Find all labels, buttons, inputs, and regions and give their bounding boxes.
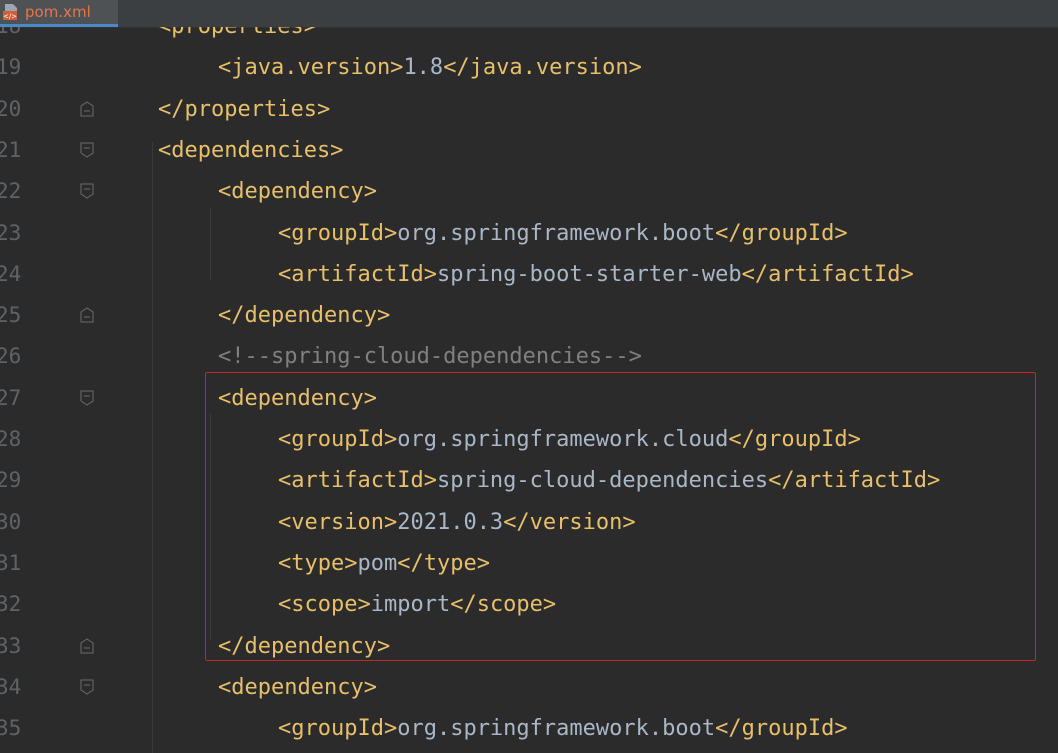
xml-tag: </artifactId> bbox=[741, 262, 914, 287]
line-number: 33 bbox=[0, 634, 22, 658]
line-number: 29 bbox=[0, 468, 22, 492]
xml-tag: </dependency> bbox=[218, 303, 391, 328]
xml-tag: <java.version> bbox=[218, 55, 404, 80]
xml-tag: </artifactId> bbox=[768, 468, 941, 493]
fold-start-icon[interactable] bbox=[79, 679, 95, 695]
line-number: 26 bbox=[0, 344, 22, 368]
xml-text: pom bbox=[357, 551, 398, 576]
xml-tag: <dependency> bbox=[218, 179, 377, 204]
xml-tag: </groupId> bbox=[728, 427, 861, 452]
xml-text: org.springframework.boot bbox=[397, 221, 716, 246]
xml-tag: <version> bbox=[278, 510, 398, 535]
xml-file-icon: </> bbox=[3, 4, 17, 21]
line-number: 28 bbox=[0, 427, 22, 451]
xml-text: spring-boot-starter-web bbox=[436, 262, 742, 287]
xml-text: spring-cloud-dependencies bbox=[436, 468, 769, 493]
code-line[interactable]: <type>pom</type> bbox=[278, 543, 490, 584]
line-number: 21 bbox=[0, 138, 22, 162]
indent-guide bbox=[210, 207, 211, 281]
xml-text: 1.8 bbox=[403, 55, 444, 80]
code-line[interactable]: <version>2021.0.3</version> bbox=[278, 502, 636, 543]
xml-tag: <groupId> bbox=[278, 427, 398, 452]
xml-tag: </properties> bbox=[158, 97, 331, 122]
xml-tag: </type> bbox=[397, 551, 490, 576]
xml-tag: <scope> bbox=[278, 592, 371, 617]
code-line[interactable]: </dependency> bbox=[218, 626, 390, 667]
svg-text:</>: </> bbox=[3, 13, 17, 21]
xml-tag: <groupId> bbox=[278, 716, 398, 741]
line-number: 31 bbox=[0, 551, 22, 575]
xml-tag: <dependency> bbox=[218, 386, 377, 411]
xml-tag: <dependencies> bbox=[158, 138, 344, 163]
code-editor[interactable]: 18 <properties> 19 <java.version>1.8</java.… bbox=[0, 27, 1058, 753]
indent-guide bbox=[152, 142, 153, 753]
fold-end-icon[interactable] bbox=[79, 101, 95, 117]
code-line[interactable]: <properties> bbox=[158, 27, 317, 47]
line-number: 34 bbox=[0, 675, 22, 699]
line-number: 23 bbox=[0, 221, 22, 245]
xml-text: import bbox=[370, 592, 451, 617]
xml-text: 2021.0.3 bbox=[397, 510, 504, 535]
tab-pom-xml[interactable]: </> pom.xml bbox=[0, 0, 118, 27]
code-line[interactable]: <dependencies> bbox=[158, 130, 343, 171]
code-line[interactable]: <artifactId>spring-cloud-dependencies</a… bbox=[278, 460, 940, 501]
code-line[interactable]: <scope>import</scope> bbox=[278, 584, 556, 625]
xml-tag: <groupId> bbox=[278, 221, 398, 246]
line-number: 20 bbox=[0, 97, 22, 121]
xml-tag: </scope> bbox=[450, 592, 557, 617]
xml-tag: </dependency> bbox=[218, 634, 391, 659]
editor-tab-bar: </> pom.xml bbox=[0, 0, 1058, 28]
code-line[interactable]: <!--spring-cloud-dependencies--> bbox=[218, 336, 642, 377]
xml-tag: <artifactId> bbox=[278, 468, 437, 493]
fold-start-icon[interactable] bbox=[79, 390, 95, 406]
xml-comment: <!--spring-cloud-dependencies--> bbox=[218, 344, 642, 369]
line-number: 25 bbox=[0, 303, 22, 327]
line-number: 24 bbox=[0, 262, 22, 286]
code-line[interactable]: <groupId>org.springframework.boot</group… bbox=[278, 213, 848, 254]
code-line[interactable]: </dependency> bbox=[218, 295, 390, 336]
line-number: 18 bbox=[0, 27, 40, 47]
line-number: 27 bbox=[0, 386, 22, 410]
line-number: 19 bbox=[0, 55, 22, 79]
code-line[interactable]: <groupId>org.springframework.cloud</grou… bbox=[278, 419, 861, 460]
fold-end-icon[interactable] bbox=[79, 638, 95, 654]
line-number: 35 bbox=[0, 716, 22, 740]
code-line[interactable]: </properties> bbox=[158, 89, 330, 130]
xml-tag: <dependency> bbox=[218, 675, 377, 700]
code-line[interactable]: <dependency> bbox=[218, 667, 377, 708]
xml-tag: </java.version> bbox=[443, 55, 642, 80]
xml-text: org.springframework.boot bbox=[397, 716, 716, 741]
xml-tag: </version> bbox=[503, 510, 636, 535]
xml-tag: <type> bbox=[278, 551, 358, 576]
xml-tag: </groupId> bbox=[715, 716, 848, 741]
code-line[interactable]: <groupId>org.springframework.boot</group… bbox=[278, 708, 848, 749]
fold-start-icon[interactable] bbox=[79, 183, 95, 199]
code-line[interactable]: <dependency> bbox=[218, 378, 377, 419]
tab-label: pom.xml bbox=[25, 3, 91, 21]
xml-tag: <artifactId> bbox=[278, 262, 437, 287]
xml-text: org.springframework.cloud bbox=[397, 427, 729, 452]
fold-start-icon[interactable] bbox=[79, 142, 95, 158]
code-line[interactable]: <java.version>1.8</java.version> bbox=[218, 47, 642, 88]
line-number: 30 bbox=[0, 510, 22, 534]
code-line[interactable]: <dependency> bbox=[218, 171, 377, 212]
xml-tag: </groupId> bbox=[715, 221, 848, 246]
line-number: 22 bbox=[0, 179, 22, 203]
fold-end-icon[interactable] bbox=[79, 307, 95, 323]
line-number: 32 bbox=[0, 592, 22, 616]
code-line[interactable]: <artifactId>spring-boot-starter-web</art… bbox=[278, 254, 914, 295]
xml-tag: <properties> bbox=[158, 27, 317, 39]
